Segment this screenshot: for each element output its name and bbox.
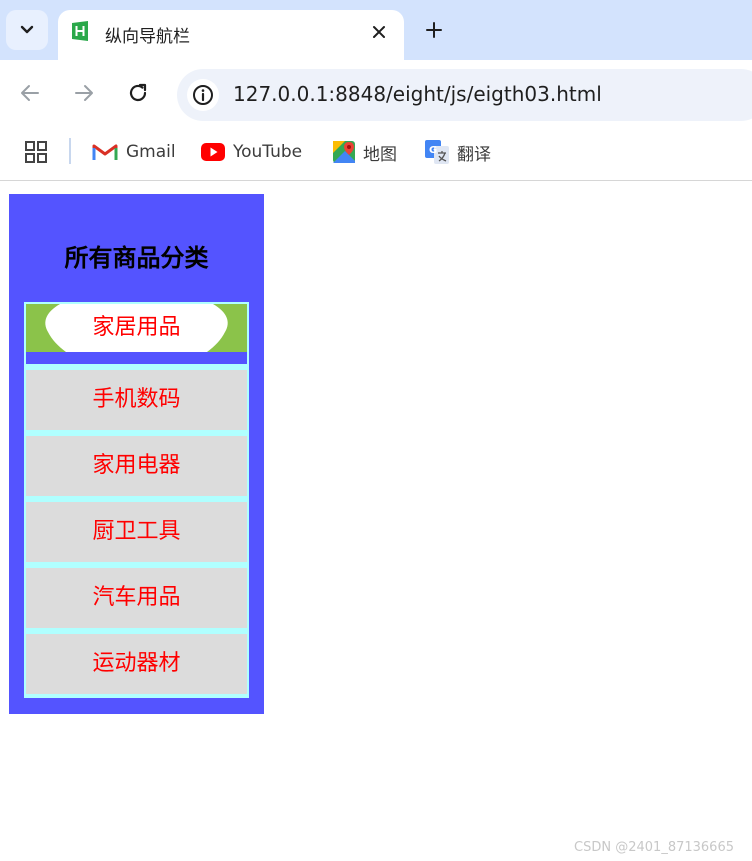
hbuilder-h-icon [72, 21, 88, 41]
menu-item-label: 汽车用品 [92, 585, 181, 610]
category-heading: 所有商品分类 [64, 244, 209, 272]
tab-strip: 纵向导航栏 [0, 0, 752, 60]
menu-item-sports-equipment[interactable]: 运动器材 [26, 634, 247, 694]
bookmark-label: 地图 [363, 144, 397, 165]
url-text: 127.0.0.1:8848/eight/js/eigth03.html [233, 82, 602, 106]
menu-item-label: 运动器材 [92, 651, 181, 676]
bookmark-youtube[interactable]: YouTube [201, 138, 302, 166]
bookmark-translate[interactable]: G 翻译 [425, 138, 491, 166]
menu-item-auto-supplies[interactable]: 汽车用品 [26, 568, 247, 628]
close-icon [373, 26, 385, 38]
menu-item-home-goods[interactable]: 家居用品 [26, 304, 247, 364]
maps-icon [333, 141, 355, 163]
menu-item-kitchen-bath-tools[interactable]: 厨卫工具 [26, 502, 247, 562]
bookmark-maps[interactable]: 地图 [333, 138, 397, 166]
category-menu: 家居用品 手机数码 家用电器 厨卫工具 汽车用品 运动器材 [24, 302, 249, 698]
info-icon [193, 85, 213, 105]
site-info-button[interactable] [187, 79, 219, 111]
menu-item-label: 厨卫工具 [92, 519, 181, 544]
arrow-left-icon [21, 85, 39, 101]
forward-button[interactable] [69, 78, 99, 108]
active-tab[interactable]: 纵向导航栏 [58, 10, 404, 60]
bookmarks-bar: Gmail YouTube 地图 G 翻译 [0, 130, 752, 181]
bookmark-label: Gmail [126, 142, 176, 162]
new-tab-button[interactable] [418, 14, 450, 46]
gmail-icon [92, 144, 118, 160]
reload-icon [129, 83, 147, 102]
menu-item-label: 家用电器 [92, 453, 181, 478]
apps-grid-icon[interactable] [24, 140, 48, 164]
tab-close-button[interactable] [368, 21, 390, 43]
youtube-icon [201, 143, 225, 161]
svg-text:G: G [429, 145, 437, 156]
chevron-down-icon [20, 25, 34, 34]
bookmark-label: YouTube [233, 142, 303, 162]
arrow-right-icon [75, 85, 93, 101]
translate-icon: G [425, 140, 449, 164]
tab-search-button[interactable] [6, 10, 48, 50]
address-bar[interactable]: 127.0.0.1:8848/eight/js/eigth03.html [177, 69, 752, 121]
bookmarks-separator [69, 138, 71, 164]
reload-button[interactable] [123, 78, 153, 108]
menu-item-appliances[interactable]: 家用电器 [26, 436, 247, 496]
plus-icon [426, 22, 442, 38]
back-button[interactable] [15, 78, 45, 108]
menu-item-label: 手机数码 [92, 387, 181, 412]
browser-toolbar: 127.0.0.1:8848/eight/js/eigth03.html [0, 60, 752, 130]
menu-item-phones-digital[interactable]: 手机数码 [26, 370, 247, 430]
tab-title: 纵向导航栏 [105, 27, 190, 47]
csdn-watermark: CSDN @2401_87136665 [574, 840, 734, 855]
menu-item-label: 家居用品 [92, 315, 181, 340]
bookmark-label: 翻译 [457, 144, 491, 165]
bookmark-gmail[interactable]: Gmail [92, 138, 176, 166]
category-nav-panel: 所有商品分类 家居用品 手机数码 家用电器 厨卫工具 汽车用品 运动器材 [9, 194, 264, 714]
